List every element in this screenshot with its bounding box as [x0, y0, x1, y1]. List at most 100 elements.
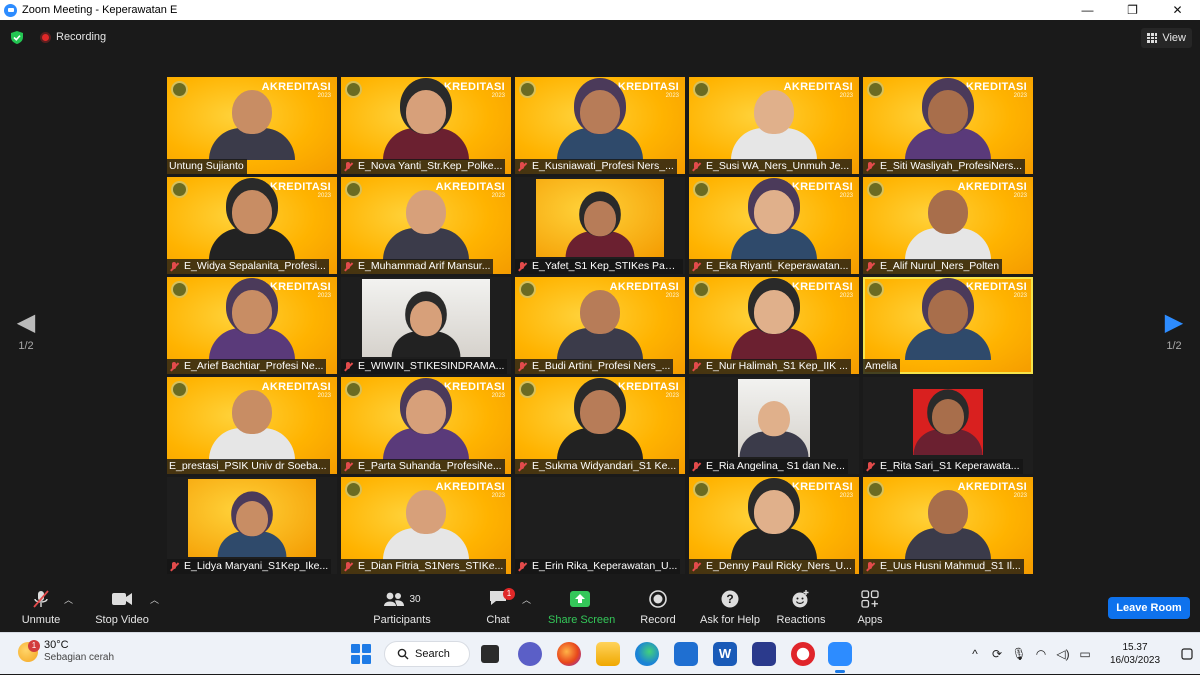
participant-video — [362, 279, 490, 357]
page-indicator-left: 1/2 — [18, 340, 34, 352]
close-button[interactable]: ✕ — [1155, 0, 1200, 20]
participant-tile[interactable]: AKREDITASI 2023 E_Kusniawati_Profesi Ners_… — [515, 77, 685, 174]
mic-muted-icon — [517, 461, 527, 472]
participant-video — [913, 389, 983, 455]
mic-muted-icon — [691, 161, 701, 172]
participant-tile[interactable]: E_Ria Angelina_ S1 dan Ne... — [689, 377, 859, 474]
maximize-button[interactable]: ❐ — [1110, 0, 1155, 20]
leave-room-button[interactable]: Leave Room — [1108, 597, 1190, 619]
prev-page-button[interactable]: ◀ 1/2 — [6, 309, 46, 353]
reactions-button[interactable]: Reactions — [776, 588, 826, 630]
participant-tile[interactable]: AKREDITASI 2023 E_Uus Husni Mahmud_S1 Il..… — [863, 477, 1033, 574]
sync-icon[interactable]: ⟳ — [986, 643, 1008, 665]
battery-icon[interactable]: ▭ — [1074, 643, 1096, 665]
participant-tile[interactable]: AKREDITASI 2023 Amelia — [863, 277, 1033, 374]
task-view-icon[interactable] — [481, 645, 499, 663]
ask-for-help-button[interactable]: ? Ask for Help — [700, 588, 760, 630]
volume-icon[interactable]: ◁) — [1052, 643, 1074, 665]
participant-tile[interactable]: AKREDITASI 2023 E_Sukma Widyandari_S1 Ke..… — [515, 377, 685, 474]
system-clock[interactable]: 15.37 16/03/2023 — [1096, 641, 1174, 667]
participants-button[interactable]: 30 Participants — [372, 588, 432, 630]
participant-tile[interactable]: E_Lidya Maryani_S1Kep_Ike... — [167, 477, 337, 574]
participant-name: E_Erin Rika_Keperawatan_U... — [532, 560, 678, 572]
view-button[interactable]: View — [1141, 28, 1192, 48]
chat-button[interactable]: 1 Chat — [480, 587, 516, 630]
grid-view-icon — [1147, 33, 1158, 43]
weather-badge: 1 — [28, 639, 40, 652]
institution-logo — [519, 281, 536, 298]
audio-options-chevron-icon[interactable]: ︿ — [64, 593, 73, 606]
institution-logo — [171, 81, 188, 98]
participant-name-label: E_Widya Sepalanita_Profesi... — [167, 259, 329, 274]
record-label: Record — [640, 614, 676, 626]
participant-tile[interactable]: AKREDITASI 2023 E_Siti Wasliyah_ProfesiNer… — [863, 77, 1033, 174]
participant-tile[interactable]: AKREDITASI 2023 E_Denny Paul Ricky_Ners_U.… — [689, 477, 859, 574]
participant-avatar — [905, 188, 991, 260]
participant-tile[interactable]: AKREDITASI 2023 E_Budi Artini_Profesi Ners… — [515, 277, 685, 374]
minimize-button[interactable]: — — [1065, 0, 1110, 20]
participants-icon — [384, 592, 405, 606]
share-screen-button[interactable]: Share Screen — [548, 588, 615, 630]
participant-tile[interactable]: AKREDITASI 2023 Untung Sujianto — [167, 77, 337, 174]
participant-tile[interactable]: AKREDITASI 2023 E_Muhammad Arif Mansur... — [341, 177, 511, 274]
taskbar-search[interactable]: Search — [384, 641, 470, 667]
participant-tile[interactable]: AKREDITASI 2023 E_Eka Riyanti_Keperawatan.… — [689, 177, 859, 274]
institution-logo — [867, 81, 884, 98]
mail-icon[interactable] — [674, 642, 698, 666]
apps-button[interactable]: Apps — [852, 588, 888, 630]
participant-name-label: E_prestasi_PSIK Univ dr Soeba... — [167, 459, 330, 474]
word-icon[interactable]: W — [713, 642, 737, 666]
wifi-icon[interactable]: ◠ — [1030, 643, 1052, 665]
participant-tile[interactable]: E_Erin Rika_Keperawatan_U... — [515, 477, 685, 574]
firefox-icon[interactable] — [557, 642, 581, 666]
participant-tile[interactable]: AKREDITASI 2023 E_Nova Yanti_Str.Kep_Polke… — [341, 77, 511, 174]
participant-tile[interactable]: E_WIWIN_STIKESINDRAMA... — [341, 277, 511, 374]
video-options-chevron-icon[interactable]: ︿ — [150, 593, 159, 606]
teams-chat-icon[interactable] — [518, 642, 542, 666]
notification-icon[interactable] — [1174, 648, 1200, 660]
view-label: View — [1162, 32, 1186, 44]
edge-browser-icon[interactable] — [635, 642, 659, 666]
mic-muted-icon — [169, 361, 179, 372]
participant-tile[interactable]: AKREDITASI 2023 E_Widya Sepalanita_Profesi… — [167, 177, 337, 274]
participant-avatar — [905, 288, 991, 360]
participant-tile[interactable]: AKREDITASI 2023 E_Nur Halimah_S1 Kep_IIK .… — [689, 277, 859, 374]
start-windows-icon[interactable] — [351, 644, 371, 664]
unmute-button[interactable]: Unmute — [18, 588, 64, 630]
record-button[interactable]: Record — [638, 588, 678, 630]
chat-options-chevron-icon[interactable]: ︿ — [522, 593, 531, 606]
participant-name-label: E_WIWIN_STIKESINDRAMA... — [341, 359, 508, 374]
mic-muted-icon — [517, 361, 527, 372]
participant-tile[interactable]: AKREDITASI 2023 E_Susi WA_Ners_Unmuh Je... — [689, 77, 859, 174]
participant-tile[interactable]: E_Rita Sari_S1 Keperawata... — [863, 377, 1033, 474]
participant-tile[interactable]: AKREDITASI 2023 E_Alif Nurul_Ners_Polten — [863, 177, 1033, 274]
app-icon[interactable] — [752, 642, 776, 666]
microphone-icon[interactable]: 🎙 — [1008, 643, 1030, 665]
next-page-button[interactable]: ▶ 1/2 — [1154, 310, 1194, 353]
chevron-up-icon[interactable]: ^ — [964, 643, 986, 665]
institution-logo — [867, 481, 884, 498]
mic-muted-icon — [517, 261, 527, 272]
participant-tile[interactable]: AKREDITASI 2023 E_prestasi_PSIK Univ dr So… — [167, 377, 337, 474]
zoom-taskbar-icon[interactable] — [828, 642, 852, 673]
file-explorer-icon[interactable] — [596, 642, 620, 666]
recording-label[interactable]: Recording — [56, 31, 106, 43]
participant-tile[interactable]: E_Yafet_S1 Kep_STIKes Pant... — [515, 177, 685, 274]
participant-tile[interactable]: AKREDITASI 2023 E_Parta Suhanda_ProfesiNe.… — [341, 377, 511, 474]
apps-icon — [861, 590, 879, 608]
share-screen-icon — [570, 591, 590, 607]
weather-widget[interactable]: 1 30°C Sebagian cerah — [18, 639, 114, 664]
security-shield-icon[interactable] — [11, 31, 23, 44]
mic-muted-icon — [169, 561, 179, 572]
participant-name: E_Widya Sepalanita_Profesi... — [184, 260, 326, 272]
participant-tile[interactable]: AKREDITASI 2023 E_Arief Bachtiar_Profesi N… — [167, 277, 337, 374]
participant-tile[interactable]: AKREDITASI 2023 E_Dian Fitria_S1Ners_STIKe… — [341, 477, 511, 574]
opera-icon[interactable] — [791, 642, 815, 666]
clock-date: 16/03/2023 — [1109, 655, 1161, 666]
institution-logo — [693, 281, 710, 298]
chevron-left-icon: ◀ — [16, 309, 36, 336]
stop-video-label: Stop Video — [95, 614, 149, 626]
stop-video-button[interactable]: Stop Video — [94, 588, 150, 630]
participant-name-label: E_Denny Paul Ricky_Ners_U... — [689, 559, 855, 574]
zoom-app-icon — [4, 3, 17, 17]
